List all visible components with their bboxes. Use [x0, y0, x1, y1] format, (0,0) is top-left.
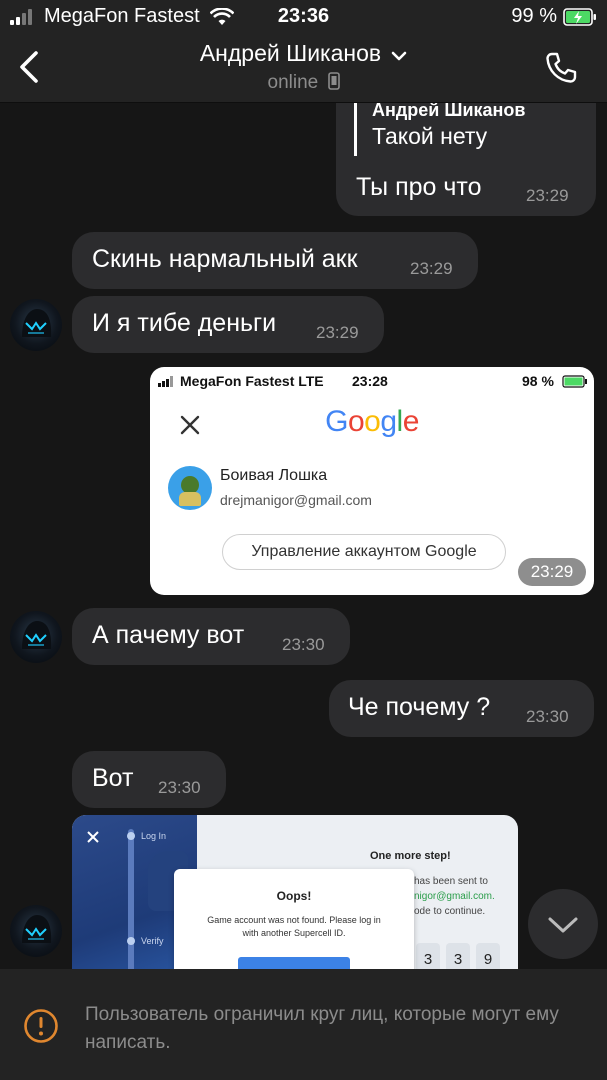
error-dialog-button	[238, 957, 350, 969]
error-dialog-title: Oops!	[276, 889, 312, 903]
image-time-badge: 23:29	[518, 558, 586, 586]
error-dialog: Oops! Game account was not found. Please…	[174, 869, 414, 969]
battery-charging-icon	[563, 7, 596, 26]
contact-status: online	[0, 72, 607, 94]
close-icon	[87, 831, 99, 843]
outgoing-message[interactable]: Че почему ? 23:30	[329, 680, 594, 737]
chevron-down-icon	[548, 917, 578, 933]
code-sent-text-2: ode to continue.	[414, 906, 486, 917]
account-email: drejmanigor@gmail.com	[220, 492, 372, 508]
account-avatar	[168, 466, 212, 510]
message-text: Че почему ?	[348, 693, 491, 721]
scroll-to-bottom-button[interactable]	[528, 889, 598, 959]
incoming-message[interactable]: Скинь нармальный акк 23:29	[72, 232, 478, 289]
outgoing-message-reply[interactable]: Андрей Шиканов Такой нету Ты про что 23:…	[336, 103, 596, 216]
call-button[interactable]	[543, 50, 579, 91]
one-more-step-title: One more step!	[370, 850, 451, 862]
avatar[interactable]	[10, 611, 62, 663]
phone-icon	[546, 52, 577, 83]
chat-header: Андрей Шиканов online	[0, 34, 607, 103]
message-time: 23:29	[410, 259, 453, 278]
image-message[interactable]: Log In Verify One more step! has been se…	[72, 815, 518, 969]
screenshot-status-bar: MegaFon Fastest LTE 23:28 98 %	[158, 373, 587, 389]
message-text: Вот	[92, 764, 134, 792]
account-name: Боивая Лошка	[220, 467, 328, 484]
contact-name: Андрей Шиканов	[199, 40, 382, 66]
error-dialog-text-2: with another Supercell ID.	[242, 928, 346, 938]
screenshot-time: 23:28	[352, 373, 388, 389]
reply-author: Андрей Шиканов	[372, 103, 526, 120]
code-digit: 3	[416, 943, 440, 969]
phone-device-icon	[327, 72, 340, 90]
verify-step-label: Verify	[141, 936, 164, 946]
google-logo: Google	[325, 405, 419, 438]
avatar-image	[22, 621, 52, 649]
message-text: Скинь нармальный акк	[92, 245, 358, 273]
warning-icon	[24, 1009, 58, 1043]
signal-icon	[158, 376, 173, 387]
error-dialog-text-1: Game account was not found. Please log i…	[207, 915, 381, 925]
incoming-message[interactable]: А пачему вот 23:30	[72, 608, 350, 665]
code-digit: 9	[476, 943, 500, 969]
code-sent-text-1: has been sent to	[414, 876, 488, 887]
contact-title[interactable]: Андрей Шиканов	[0, 40, 607, 68]
message-text: А пачему вот	[92, 621, 245, 649]
reply-quote-bar	[354, 103, 357, 156]
incoming-message[interactable]: Вот 23:30	[72, 751, 226, 808]
message-time: 23:30	[526, 707, 569, 726]
online-status: online	[267, 72, 319, 93]
message-time: 23:30	[158, 778, 201, 797]
status-right: 99 %	[511, 5, 597, 28]
incoming-message[interactable]: И я тибе деньги 23:29	[72, 296, 384, 353]
code-sent-email: nigor@gmail.com.	[414, 891, 495, 902]
battery-charging-icon	[562, 375, 587, 388]
message-text: Ты про что	[356, 173, 482, 201]
restriction-banner: Пользователь ограничил круг лиц, которые…	[0, 969, 607, 1080]
message-time: 23:30	[282, 635, 325, 654]
avatar-image	[22, 309, 52, 337]
restriction-text: Пользователь ограничил круг лиц, которые…	[85, 1004, 559, 1053]
status-bar: MegaFon Fastest 23:36 99 %	[0, 0, 607, 34]
image-message[interactable]: MegaFon Fastest LTE 23:28 98 % Google Бо…	[150, 367, 594, 595]
manage-account-button[interactable]: Управление аккаунтом Google	[222, 534, 506, 570]
code-digit: 3	[446, 943, 470, 969]
avatar[interactable]	[10, 905, 62, 957]
screenshot-carrier: MegaFon Fastest LTE	[180, 373, 324, 389]
message-time: 23:29	[316, 323, 359, 342]
screenshot-battery: 98 %	[522, 373, 554, 389]
reply-text: Такой нету	[372, 123, 488, 149]
log-in-step-label: Log In	[141, 831, 167, 841]
message-time: 23:29	[526, 186, 569, 205]
message-text: И я тибе деньги	[92, 309, 277, 337]
battery-percent: 99 %	[511, 5, 557, 27]
chevron-down-icon	[391, 52, 407, 61]
message-list[interactable]: Андрей Шиканов Такой нету Ты про что 23:…	[0, 103, 607, 969]
avatar[interactable]	[10, 299, 62, 351]
avatar-image	[22, 915, 52, 943]
